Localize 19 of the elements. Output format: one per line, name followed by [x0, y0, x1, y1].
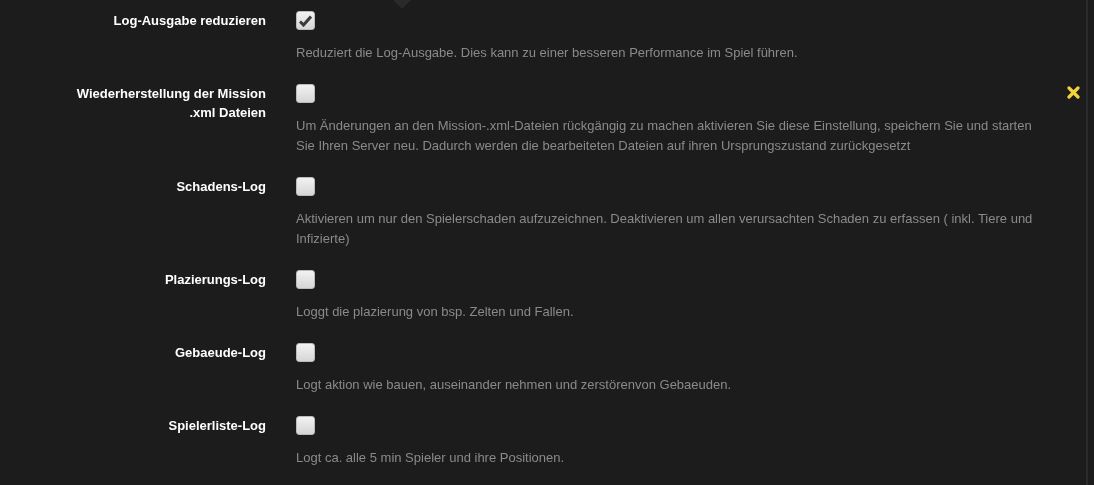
setting-label: Gebaeude-Log [175, 344, 266, 362]
setting-label: Log-Ausgabe reduzieren [113, 12, 266, 30]
setting-label: Spielerliste-Log [168, 417, 266, 435]
checkbox[interactable] [296, 416, 315, 435]
checkbox[interactable] [296, 343, 315, 362]
checkbox[interactable] [296, 84, 315, 103]
setting-description: Loggt die plazierung von bsp. Zelten und Fallen. [296, 303, 575, 321]
setting-label: Plazierungs-Log [164, 271, 266, 289]
setting-label: Wiederherstellung der Mission .xml Dateien [75, 85, 266, 122]
setting-description: Um Änderungen an den Mission-.xml-Dateien rückgängig zu machen aktivieren Sie diese Einstellung, speichern Sie und starten Sie Ihren Server neu. Dadurch werden die bearbeiteten Dateien auf ihren Ursprungszustand zurückgesetzt [296, 117, 1033, 155]
checkbox[interactable] [296, 270, 315, 289]
checkbox[interactable] [296, 11, 315, 30]
reset-icon[interactable] [1067, 86, 1080, 99]
checkbox[interactable] [296, 177, 315, 196]
setting-description: Reduziert die Log-Ausgabe. Dies kann zu einer besseren Performance im Spiel führen. [296, 44, 799, 62]
setting-description: Logt ca. alle 5 min Spieler und ihre Positionen. [296, 449, 566, 467]
setting-label: Schadens-Log [176, 178, 266, 196]
setting-description: Aktivieren um nur den Spielerschaden aufzuzeichnen. Deaktivieren um allen verursachten Schaden zu erfassen ( inkl. Tiere und Infizierte) [296, 210, 1034, 248]
setting-description: Logt aktion wie bauen, auseinander nehmen und zerstörenvon Gebaeuden. [296, 376, 733, 394]
